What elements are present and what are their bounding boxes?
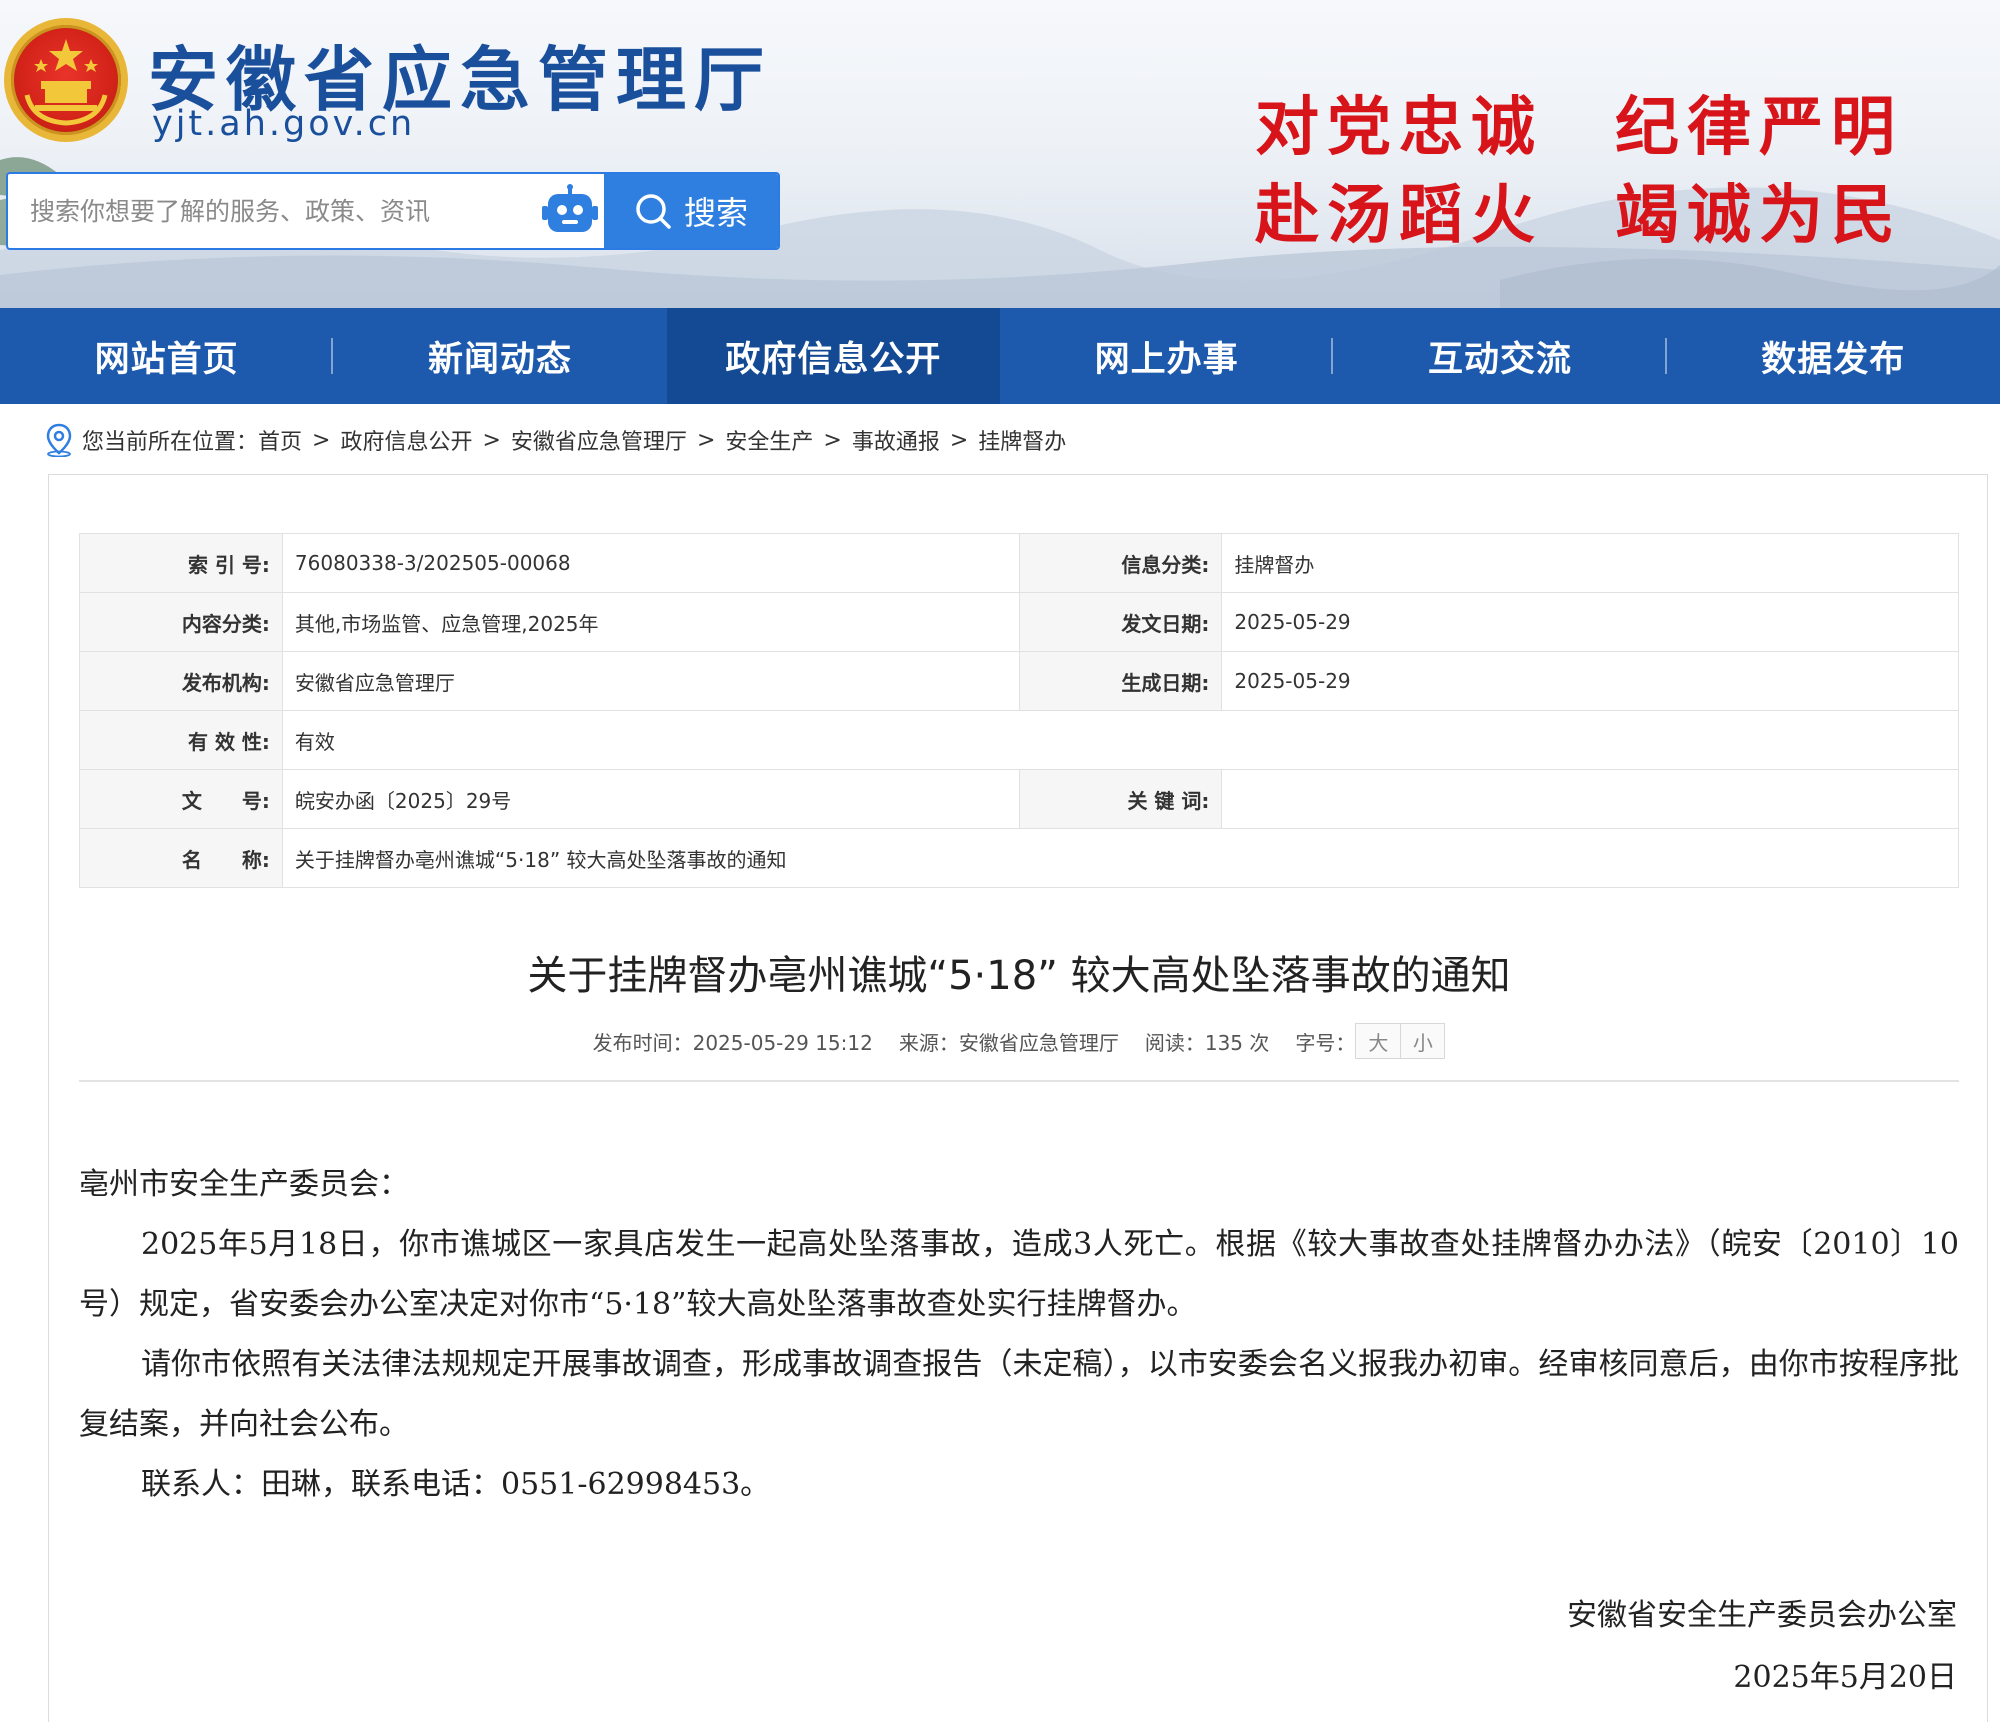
info-category-label: 信息分类:: [1018, 533, 1223, 593]
validity-value: 有效: [281, 710, 1960, 770]
breadcrumb-separator: >: [823, 427, 842, 453]
body-paragraph: 2025年5月18日，你市谯城区一家具店发生一起高处坠落事故，造成3人死亡。根据…: [79, 1227, 1959, 1322]
keywords-label: 关 键 词:: [1018, 769, 1223, 829]
divider: [79, 1080, 1959, 1082]
slogan-line-1: 对党忠诚 纪律严明: [1255, 90, 1903, 165]
publisher-label: 发布机构:: [79, 651, 283, 711]
signature-org: 安徽省安全生产委员会办公室: [1567, 1598, 1957, 1633]
document-meta-bar: 发布时间：2025-05-29 15:12 来源：安徽省应急管理厅 阅读：135…: [49, 1023, 1989, 1059]
location-pin-icon: [46, 423, 72, 457]
breadcrumb-separator: >: [949, 427, 969, 453]
breadcrumb-item-safety[interactable]: 安全生产: [725, 424, 813, 456]
font-size-control: 字号： 大 小: [1295, 1023, 1446, 1059]
index-label: 索 引 号:: [79, 533, 283, 593]
site-header: 安徽省应急管理厅 yjt.ah.gov.cn 对党忠诚 纪律严明 赴汤蹈火 竭诚…: [0, 0, 2000, 308]
breadcrumb-separator: >: [482, 427, 501, 453]
nav-item-online-services[interactable]: 网上办事: [1000, 308, 1334, 404]
body-paragraph: 联系人：田琳，联系电话：0551-62998453。: [141, 1467, 771, 1502]
nav-item-label: 政府信息公开: [725, 339, 942, 380]
nav-item-label: 数据发布: [1761, 339, 1906, 380]
search-box: 搜索: [6, 172, 780, 250]
validity-label: 有 效 性:: [79, 710, 283, 770]
breadcrumb-separator: >: [312, 427, 331, 453]
robot-assistant-icon[interactable]: [540, 184, 600, 238]
table-row: 内容分类: 其他,市场监管、应急管理,2025年 发文日期: 2025-05-2…: [79, 592, 1959, 652]
publish-time: 发布时间：2025-05-29 15:12: [592, 1030, 873, 1055]
name-value: 关于挂牌督办亳州谯城“5·18” 较大高处坠落事故的通知: [281, 828, 1960, 888]
breadcrumb-item-gov-info[interactable]: 政府信息公开: [340, 424, 472, 456]
table-row: 发布机构: 安徽省应急管理厅 生成日期: 2025-05-29: [79, 651, 1959, 711]
table-row: 有 效 性: 有效: [79, 710, 1960, 770]
table-row: 文 号: 皖安办函〔2025〕29号 关 键 词:: [79, 769, 1959, 829]
nav-item-gov-info[interactable]: 政府信息公开: [666, 308, 1000, 404]
table-row: 索 引 号: 76080338-3/202505-00068 信息分类: 挂牌督…: [79, 533, 1959, 593]
nav-item-label: 互动交流: [1427, 339, 1572, 380]
index-value: 76080338-3/202505-00068: [281, 533, 1020, 593]
name-label: 名 称:: [79, 828, 283, 888]
breadcrumb-item-supervision[interactable]: 挂牌督办: [978, 424, 1066, 456]
doc-number-value: 皖安办函〔2025〕29号: [281, 769, 1020, 829]
document-metadata-table: 索 引 号: 76080338-3/202505-00068 信息分类: 挂牌督…: [79, 533, 1960, 888]
publisher-value: 安徽省应急管理厅: [281, 651, 1020, 711]
breadcrumb-prefix: 您当前所在位置：: [82, 430, 259, 455]
breadcrumb-item-accident[interactable]: 事故通报: [852, 424, 940, 456]
signature-date: 2025年5月20日: [1733, 1660, 1957, 1695]
signature-block: 安徽省安全生产委员会办公室 2025年5月20日: [1567, 1585, 1957, 1709]
generate-date-label: 生成日期:: [1018, 651, 1223, 711]
document-source: 来源：安徽省应急管理厅: [898, 1030, 1119, 1055]
search-button[interactable]: 搜索: [604, 174, 778, 248]
main-nav: 网站首页 新闻动态 政府信息公开 网上办事 互动交流 数据发布: [0, 308, 2000, 404]
issue-date-label: 发文日期:: [1018, 592, 1223, 652]
doc-number-label: 文 号:: [79, 769, 283, 829]
font-small-button[interactable]: 小: [1400, 1024, 1445, 1058]
breadcrumb-item-department[interactable]: 安徽省应急管理厅: [511, 424, 687, 456]
document-body: 亳州市安全生产委员会： 2025年5月18日，你市谯城区一家具店发生一起高处坠落…: [79, 1155, 1959, 1515]
issue-date-value: 2025-05-29: [1221, 592, 1959, 652]
font-large-button[interactable]: 大: [1356, 1024, 1401, 1058]
site-domain: yjt.ah.gov.cn: [152, 104, 416, 144]
nav-item-news[interactable]: 新闻动态: [333, 308, 666, 404]
nav-item-home[interactable]: 网站首页: [0, 308, 334, 404]
nav-item-data-release[interactable]: 数据发布: [1667, 308, 2000, 404]
content-panel: 索 引 号: 76080338-3/202505-00068 信息分类: 挂牌督…: [48, 474, 1988, 1722]
document-title: 关于挂牌督办亳州谯城“5·18” 较大高处坠落事故的通知: [527, 953, 1511, 999]
search-icon: [636, 194, 671, 229]
national-emblem-icon: [4, 18, 128, 142]
breadcrumb: 您当前所在位置： 首页 > 政府信息公开 > 安徽省应急管理厅 > 安全生产 >…: [44, 420, 1066, 460]
content-category-value: 其他,市场监管、应急管理,2025年: [281, 592, 1020, 652]
breadcrumb-separator: >: [696, 427, 716, 453]
info-category-value: 挂牌督办: [1221, 533, 1959, 593]
nav-item-label: 网站首页: [94, 339, 239, 380]
font-size-label: 字号：: [1295, 1030, 1356, 1055]
table-row: 名 称: 关于挂牌督办亳州谯城“5·18” 较大高处坠落事故的通知: [79, 828, 1960, 888]
generate-date-value: 2025-05-29: [1221, 651, 1959, 711]
content-category-label: 内容分类:: [79, 592, 283, 652]
nav-item-label: 网上办事: [1094, 339, 1239, 380]
search-input[interactable]: [8, 174, 528, 248]
nav-item-label: 新闻动态: [427, 339, 572, 380]
salutation: 亳州市安全生产委员会：: [79, 1167, 409, 1202]
search-button-label: 搜索: [683, 194, 748, 232]
keywords-value: [1221, 769, 1959, 829]
body-paragraph: 请你市依照有关法律法规规定开展事故调查，形成事故调查报告（未定稿），以市安委会名…: [79, 1347, 1959, 1442]
slogan-line-2: 赴汤蹈火 竭诚为民: [1255, 178, 1903, 253]
read-count: 阅读：135 次: [1144, 1030, 1270, 1055]
breadcrumb-item-home[interactable]: 首页: [258, 424, 302, 456]
nav-item-interaction[interactable]: 互动交流: [1333, 308, 1667, 404]
